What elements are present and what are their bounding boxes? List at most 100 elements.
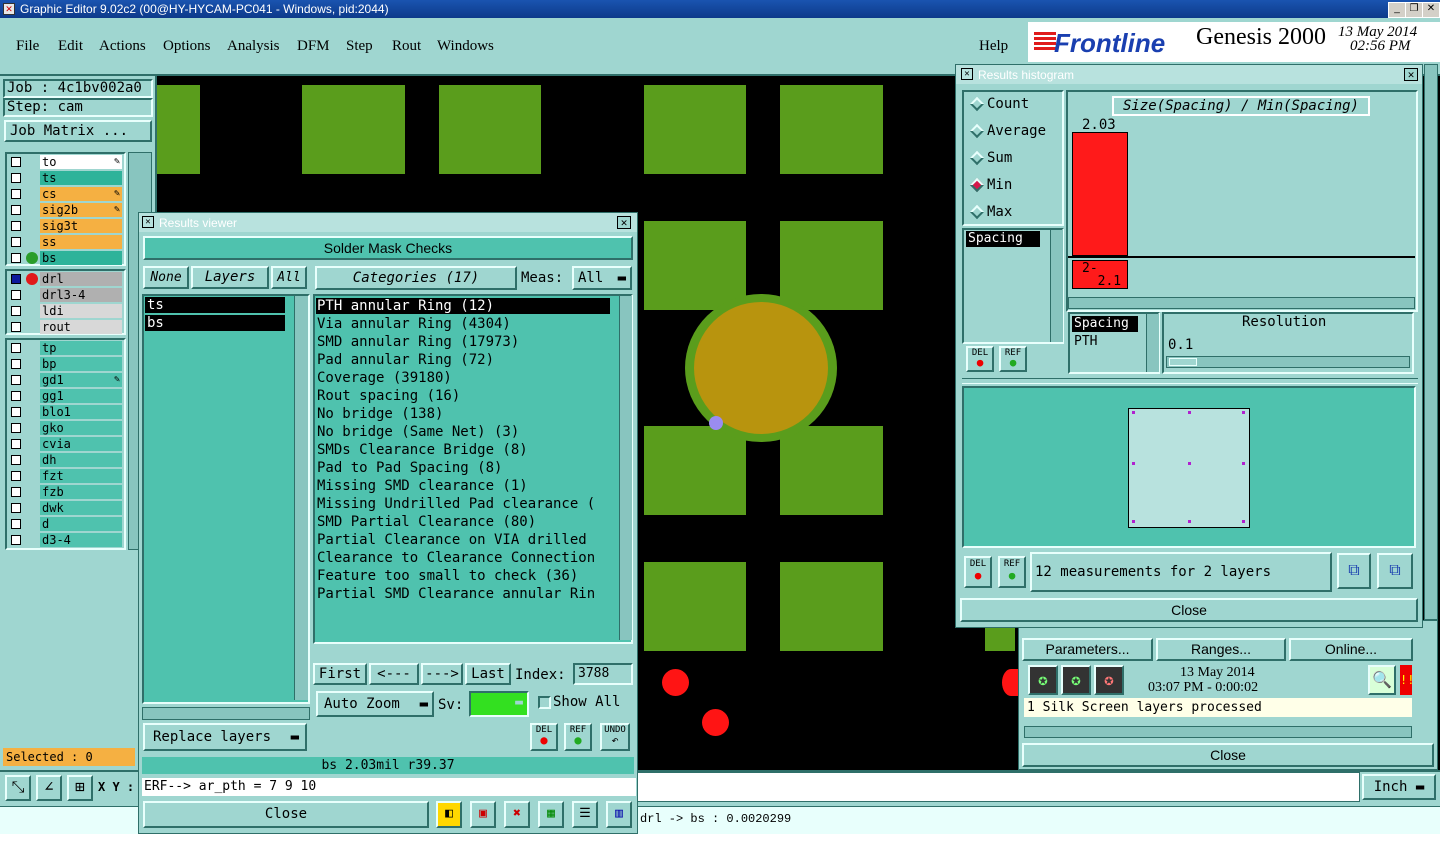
menu-options[interactable]: Options — [163, 38, 211, 55]
layer-checkbox[interactable] — [11, 519, 21, 529]
menu-help[interactable]: Help — [979, 38, 1008, 55]
meas-select[interactable]: All ▬ — [572, 266, 632, 290]
layer-row[interactable]: rout — [8, 320, 124, 335]
category-item[interactable]: Clearance to Clearance Connection — [317, 549, 595, 567]
layer-checkbox[interactable] — [11, 205, 21, 215]
index-input[interactable]: 3788 — [573, 663, 633, 685]
layer-checkbox[interactable] — [11, 391, 21, 401]
histogram-ref-button[interactable]: REF ● — [999, 346, 1027, 372]
layer-row[interactable]: cs ✎ — [8, 187, 124, 202]
layer-row[interactable]: gd1 ✎ — [8, 373, 124, 388]
layer-list-vscroll[interactable] — [294, 296, 308, 700]
results-layer-item[interactable]: bs — [145, 315, 285, 331]
layer-row[interactable]: gko — [8, 421, 124, 436]
layer-row[interactable]: dh — [8, 453, 124, 468]
layer-row[interactable]: fzt — [8, 469, 124, 484]
zoom-box-icon[interactable]: ⤡ — [5, 775, 31, 801]
run-icon[interactable]: ✪ — [1094, 665, 1124, 695]
layer-row[interactable]: ts — [8, 171, 124, 186]
layer-checkbox[interactable] — [11, 290, 21, 300]
layer-checkbox[interactable] — [11, 189, 21, 199]
processed-hscroll[interactable] — [1024, 726, 1412, 738]
layer-row[interactable]: drl3-4 — [8, 288, 124, 303]
slider-thumb[interactable] — [1169, 358, 1197, 366]
layer-checkbox[interactable] — [11, 423, 21, 433]
replace-layers-select[interactable]: Replace layers ▬ — [143, 723, 307, 751]
histogram-icon[interactable]: ▥ — [606, 801, 632, 828]
layer-checkbox[interactable] — [11, 221, 21, 231]
del-button[interactable]: DEL ● — [530, 723, 558, 751]
category-item[interactable]: SMDs Clearance Bridge (8) — [317, 441, 528, 459]
spacing-list-item[interactable]: PTH — [1074, 334, 1097, 349]
parameters-button[interactable]: Parameters... — [1022, 638, 1153, 661]
grid-icon[interactable]: ⊞ — [67, 775, 93, 801]
category-item[interactable]: Coverage (39180) — [317, 369, 452, 387]
last-button[interactable]: Last — [465, 663, 511, 685]
layer-checkbox[interactable] — [11, 487, 21, 497]
layers-button[interactable]: Layers — [191, 266, 269, 289]
layer-list-hscroll[interactable] — [142, 707, 310, 720]
categories-vscroll[interactable] — [619, 296, 632, 640]
layer-checkbox[interactable] — [11, 439, 21, 449]
preview-del-button[interactable]: DEL ● — [964, 556, 992, 588]
close-window-button[interactable]: ✕ — [1422, 2, 1440, 18]
histogram-bar[interactable] — [1072, 132, 1128, 256]
layer-checkbox[interactable] — [11, 306, 21, 316]
results-viewer-close-icon[interactable]: ✕ — [617, 216, 631, 229]
layer-row[interactable]: bs — [8, 251, 124, 266]
auto-zoom-select[interactable]: Auto Zoom ▬ — [316, 691, 434, 717]
resolution-slider[interactable] — [1166, 356, 1410, 368]
analysis-close-button[interactable]: Close — [1022, 743, 1434, 767]
run-icon[interactable]: ✪ — [1061, 665, 1091, 695]
layer-row[interactable]: d — [8, 517, 124, 532]
error-marker[interactable] — [709, 416, 723, 430]
menu-actions[interactable]: Actions — [99, 38, 146, 55]
category-item[interactable]: Missing SMD clearance (1) — [317, 477, 528, 495]
tool-icon[interactable]: ✖ — [504, 801, 530, 828]
categories-button[interactable]: Categories (17) — [315, 266, 517, 290]
category-item[interactable]: Rout spacing (16) — [317, 387, 460, 405]
menu-dfm[interactable]: DFM — [297, 38, 330, 55]
category-item[interactable]: No bridge (Same Net) (3) — [317, 423, 519, 441]
layer-row[interactable]: ss — [8, 235, 124, 250]
measure-icon[interactable]: ∠ — [36, 775, 62, 801]
ref-button[interactable]: REF ● — [564, 723, 592, 751]
results-close-button[interactable]: Close — [143, 801, 429, 828]
layer-row[interactable]: tp — [8, 341, 124, 356]
export-icon[interactable]: ⧉ — [1377, 553, 1413, 589]
units-select[interactable]: Inch ▬ — [1362, 774, 1436, 800]
category-item[interactable]: SMD annular Ring (17973) — [317, 333, 519, 351]
category-item[interactable]: Partial Clearance on VIA drilled — [317, 531, 587, 549]
online-button[interactable]: Online... — [1289, 638, 1413, 661]
layer-row[interactable]: blo1 — [8, 405, 124, 420]
layer-checkbox[interactable] — [11, 471, 21, 481]
layer-checkbox[interactable] — [11, 322, 21, 332]
category-item[interactable]: Missing Undrilled Pad clearance ( — [317, 495, 595, 513]
layer-row[interactable]: bp — [8, 357, 124, 372]
job-matrix-button[interactable]: Job Matrix ... — [4, 120, 152, 142]
menu-analysis[interactable]: Analysis — [227, 38, 280, 55]
spacing-list-head[interactable]: Spacing — [1072, 316, 1138, 332]
layer-row[interactable]: drl — [8, 272, 124, 287]
layer-checkbox[interactable] — [11, 503, 21, 513]
sv-color-select[interactable]: ▬ — [469, 691, 529, 717]
layer-checkbox[interactable] — [11, 173, 21, 183]
tool-icon[interactable]: ▦ — [538, 801, 564, 828]
chart-hscroll[interactable] — [1068, 297, 1415, 309]
export-icon[interactable]: ⧉ — [1337, 553, 1371, 589]
layer-row[interactable]: fzb — [8, 485, 124, 500]
spacing-list-vscroll[interactable] — [1146, 314, 1159, 372]
layers-none-button[interactable]: None — [143, 266, 189, 289]
menu-step[interactable]: Step — [346, 38, 373, 55]
report-icon[interactable]: ☰ — [572, 801, 598, 828]
type-list-item[interactable]: Spacing — [966, 231, 1040, 247]
window-menu-icon[interactable]: ✕ — [142, 216, 154, 228]
layer-row[interactable]: ldi — [8, 304, 124, 319]
histogram-del-button[interactable]: DEL ● — [966, 346, 994, 372]
menu-edit[interactable]: Edit — [58, 38, 83, 55]
category-item[interactable]: PTH annular Ring (12) — [317, 297, 494, 315]
type-list-vscroll[interactable] — [1050, 230, 1063, 342]
menu-file[interactable]: File — [16, 38, 39, 55]
category-item[interactable]: Pad to Pad Spacing (8) — [317, 459, 502, 477]
layer-checkbox[interactable] — [11, 359, 21, 369]
